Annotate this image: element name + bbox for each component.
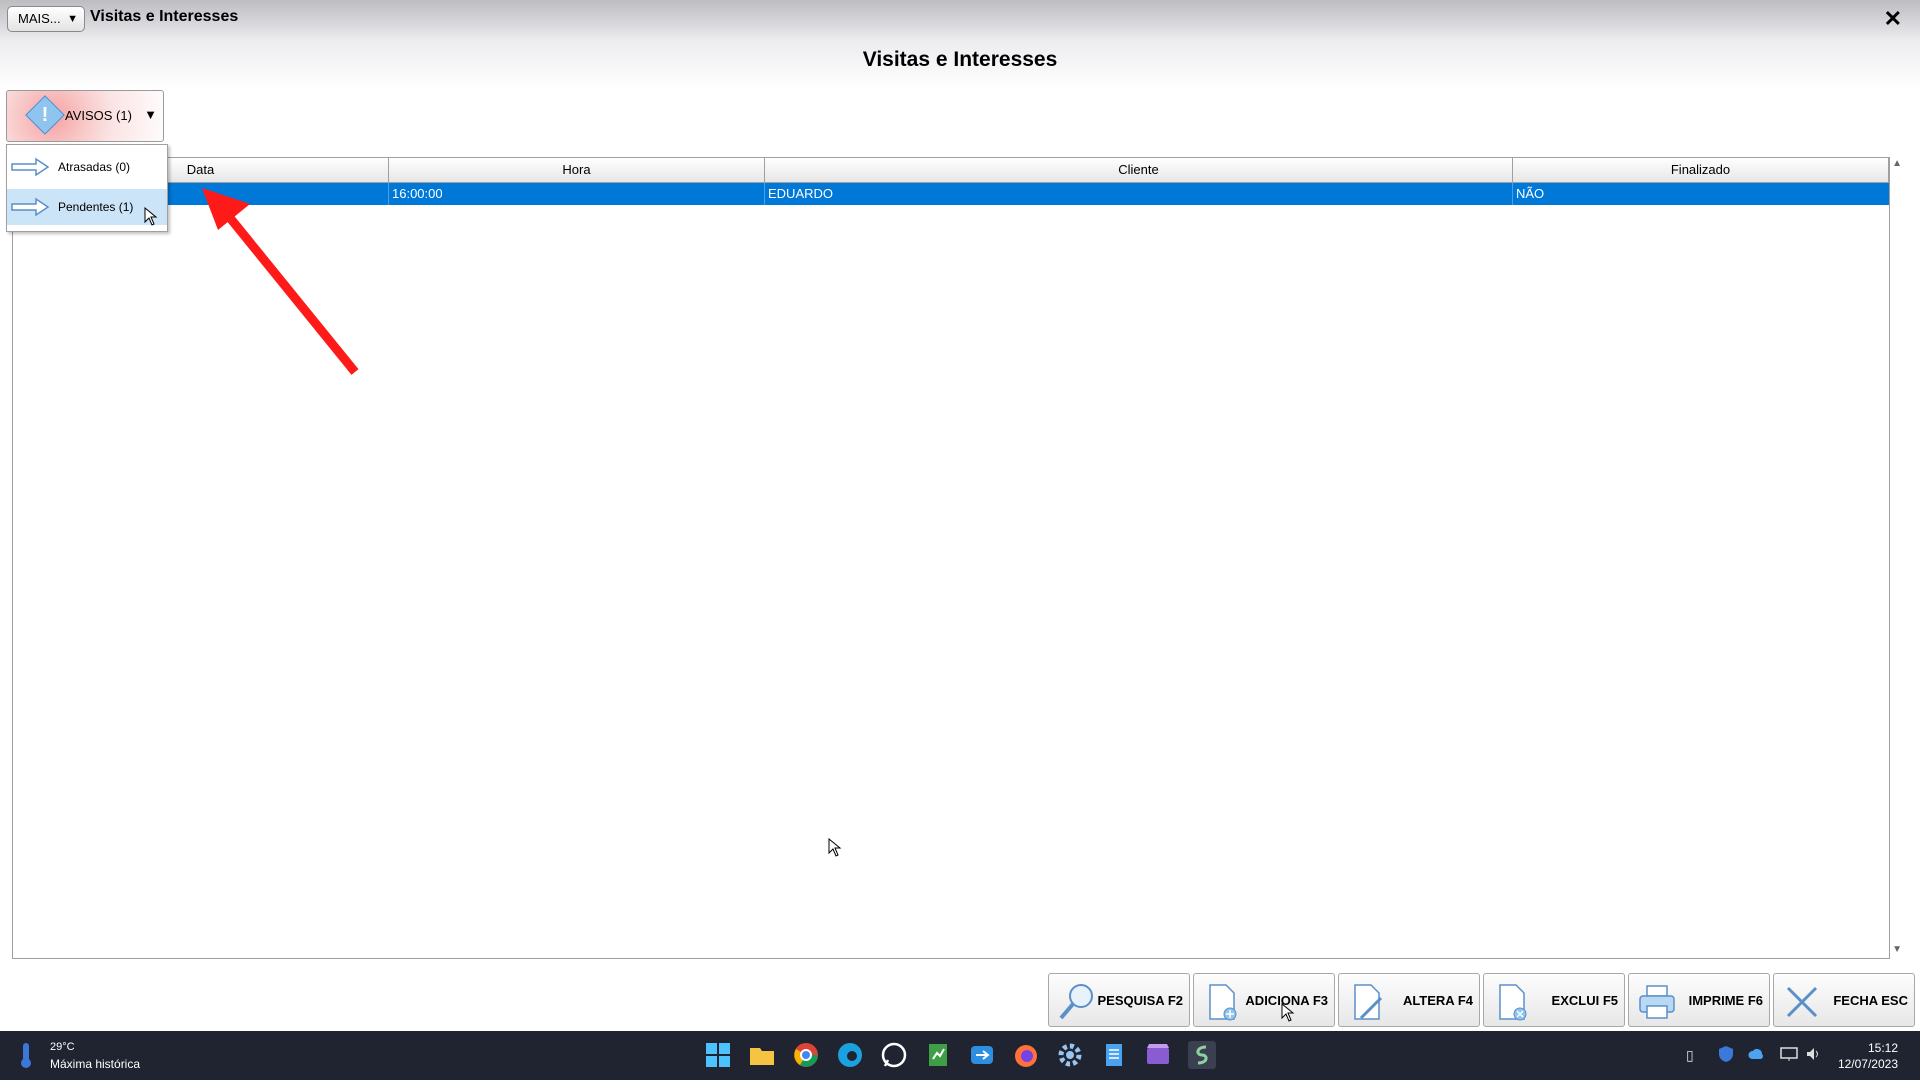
- clock-time[interactable]: 15:12: [1868, 1041, 1898, 1055]
- spreadsheet-icon[interactable]: [924, 1041, 952, 1069]
- menu-item-label: Atrasadas (0): [58, 160, 131, 174]
- window-title: Visitas e Interesses: [90, 8, 239, 25]
- scroll-down-arrow-icon[interactable]: ▼: [1892, 944, 1902, 955]
- avisos-button[interactable]: ! AVISOS (1) ▼: [6, 90, 164, 142]
- column-header-finalizado[interactable]: Finalizado: [1513, 158, 1889, 182]
- fecha-label: FECHA ESC: [1833, 993, 1908, 1008]
- cell-cliente: EDUARDO: [765, 183, 1513, 205]
- fecha-button[interactable]: FECHA ESC: [1773, 973, 1915, 1027]
- network-icon[interactable]: [1780, 1047, 1798, 1061]
- mais-menu-button[interactable]: MAIS... ▼: [7, 6, 85, 32]
- column-header-hora[interactable]: Hora: [389, 158, 765, 182]
- exclui-label: EXCLUI F5: [1551, 993, 1618, 1008]
- clock-date[interactable]: 12/07/2023: [1838, 1057, 1898, 1071]
- pesquisa-button[interactable]: PESQUISA F2: [1048, 973, 1190, 1027]
- menu-item-pendentes[interactable]: Pendentes (1): [7, 189, 167, 225]
- messaging-app-icon[interactable]: [968, 1041, 996, 1069]
- mouse-pointer-icon: [828, 838, 842, 857]
- page-title: Visitas e Interesses: [862, 48, 1058, 71]
- mais-label: MAIS...: [18, 11, 61, 26]
- thermometer-icon[interactable]: [18, 1041, 34, 1069]
- chevron-down-icon[interactable]: ▼: [144, 107, 157, 122]
- notepad-icon[interactable]: [1100, 1041, 1128, 1069]
- firefox-icon[interactable]: [1012, 1041, 1040, 1069]
- imprime-button[interactable]: IMPRIME F6: [1628, 973, 1770, 1027]
- cell-finalizado: NÃO: [1516, 186, 1545, 201]
- printer-icon: [1639, 985, 1675, 1019]
- chevron-down-icon: ▼: [67, 13, 78, 25]
- altera-button[interactable]: ALTERA F4: [1338, 973, 1480, 1027]
- cell-hora: 16:00:00: [389, 183, 765, 205]
- adiciona-button[interactable]: ADICIONA F3: [1193, 973, 1335, 1027]
- weather-temperature[interactable]: 29°C: [50, 1041, 75, 1053]
- file-explorer-icon[interactable]: [748, 1041, 776, 1069]
- column-header-cliente[interactable]: Cliente: [765, 158, 1513, 182]
- menu-item-label: Pendentes (1): [58, 200, 134, 214]
- exclui-button[interactable]: EXCLUI F5: [1483, 973, 1625, 1027]
- settings-gear-icon[interactable]: [1056, 1041, 1084, 1069]
- whatsapp-icon[interactable]: [880, 1041, 908, 1069]
- add-document-icon: [1209, 984, 1237, 1021]
- edge-icon[interactable]: [836, 1041, 864, 1069]
- avisos-label: AVISOS (1): [65, 108, 132, 123]
- volume-icon[interactable]: [1806, 1047, 1822, 1061]
- windows-start-icon[interactable]: [704, 1041, 732, 1069]
- delete-document-icon: [1499, 984, 1527, 1021]
- video-editor-icon[interactable]: [1144, 1041, 1172, 1069]
- taskbar: 29°C Máxima histórica ▯ 15:12 12/07/2023: [0, 1031, 1920, 1080]
- search-icon: [1059, 984, 1093, 1020]
- cloud-icon[interactable]: [1748, 1047, 1764, 1061]
- title-bar: MAIS... ▼ Visitas e Interesses ✕: [0, 0, 1920, 40]
- mouse-pointer-icon: [1281, 1003, 1295, 1022]
- security-shield-icon[interactable]: [1718, 1045, 1734, 1063]
- pesquisa-label: PESQUISA F2: [1097, 993, 1183, 1008]
- edit-document-icon: [1354, 984, 1383, 1020]
- arrow-right-icon: [11, 157, 50, 177]
- scroll-up-arrow-icon[interactable]: ▲: [1892, 158, 1902, 169]
- weather-description[interactable]: Máxima histórica: [50, 1057, 140, 1071]
- chrome-icon[interactable]: [792, 1041, 820, 1069]
- annotation-arrow: [202, 188, 359, 375]
- active-app-icon[interactable]: [1188, 1041, 1216, 1069]
- imprime-label: IMPRIME F6: [1688, 993, 1763, 1008]
- arrow-right-icon: [11, 197, 50, 217]
- altera-label: ALTERA F4: [1402, 993, 1473, 1008]
- mouse-pointer-icon: [144, 207, 158, 226]
- menu-item-atrasadas[interactable]: Atrasadas (0): [7, 149, 167, 185]
- usb-icon[interactable]: ▯: [1686, 1047, 1694, 1064]
- exclamation-icon: !: [41, 104, 49, 126]
- close-icon[interactable]: ✕: [1884, 6, 1902, 32]
- close-icon: [1786, 986, 1818, 1018]
